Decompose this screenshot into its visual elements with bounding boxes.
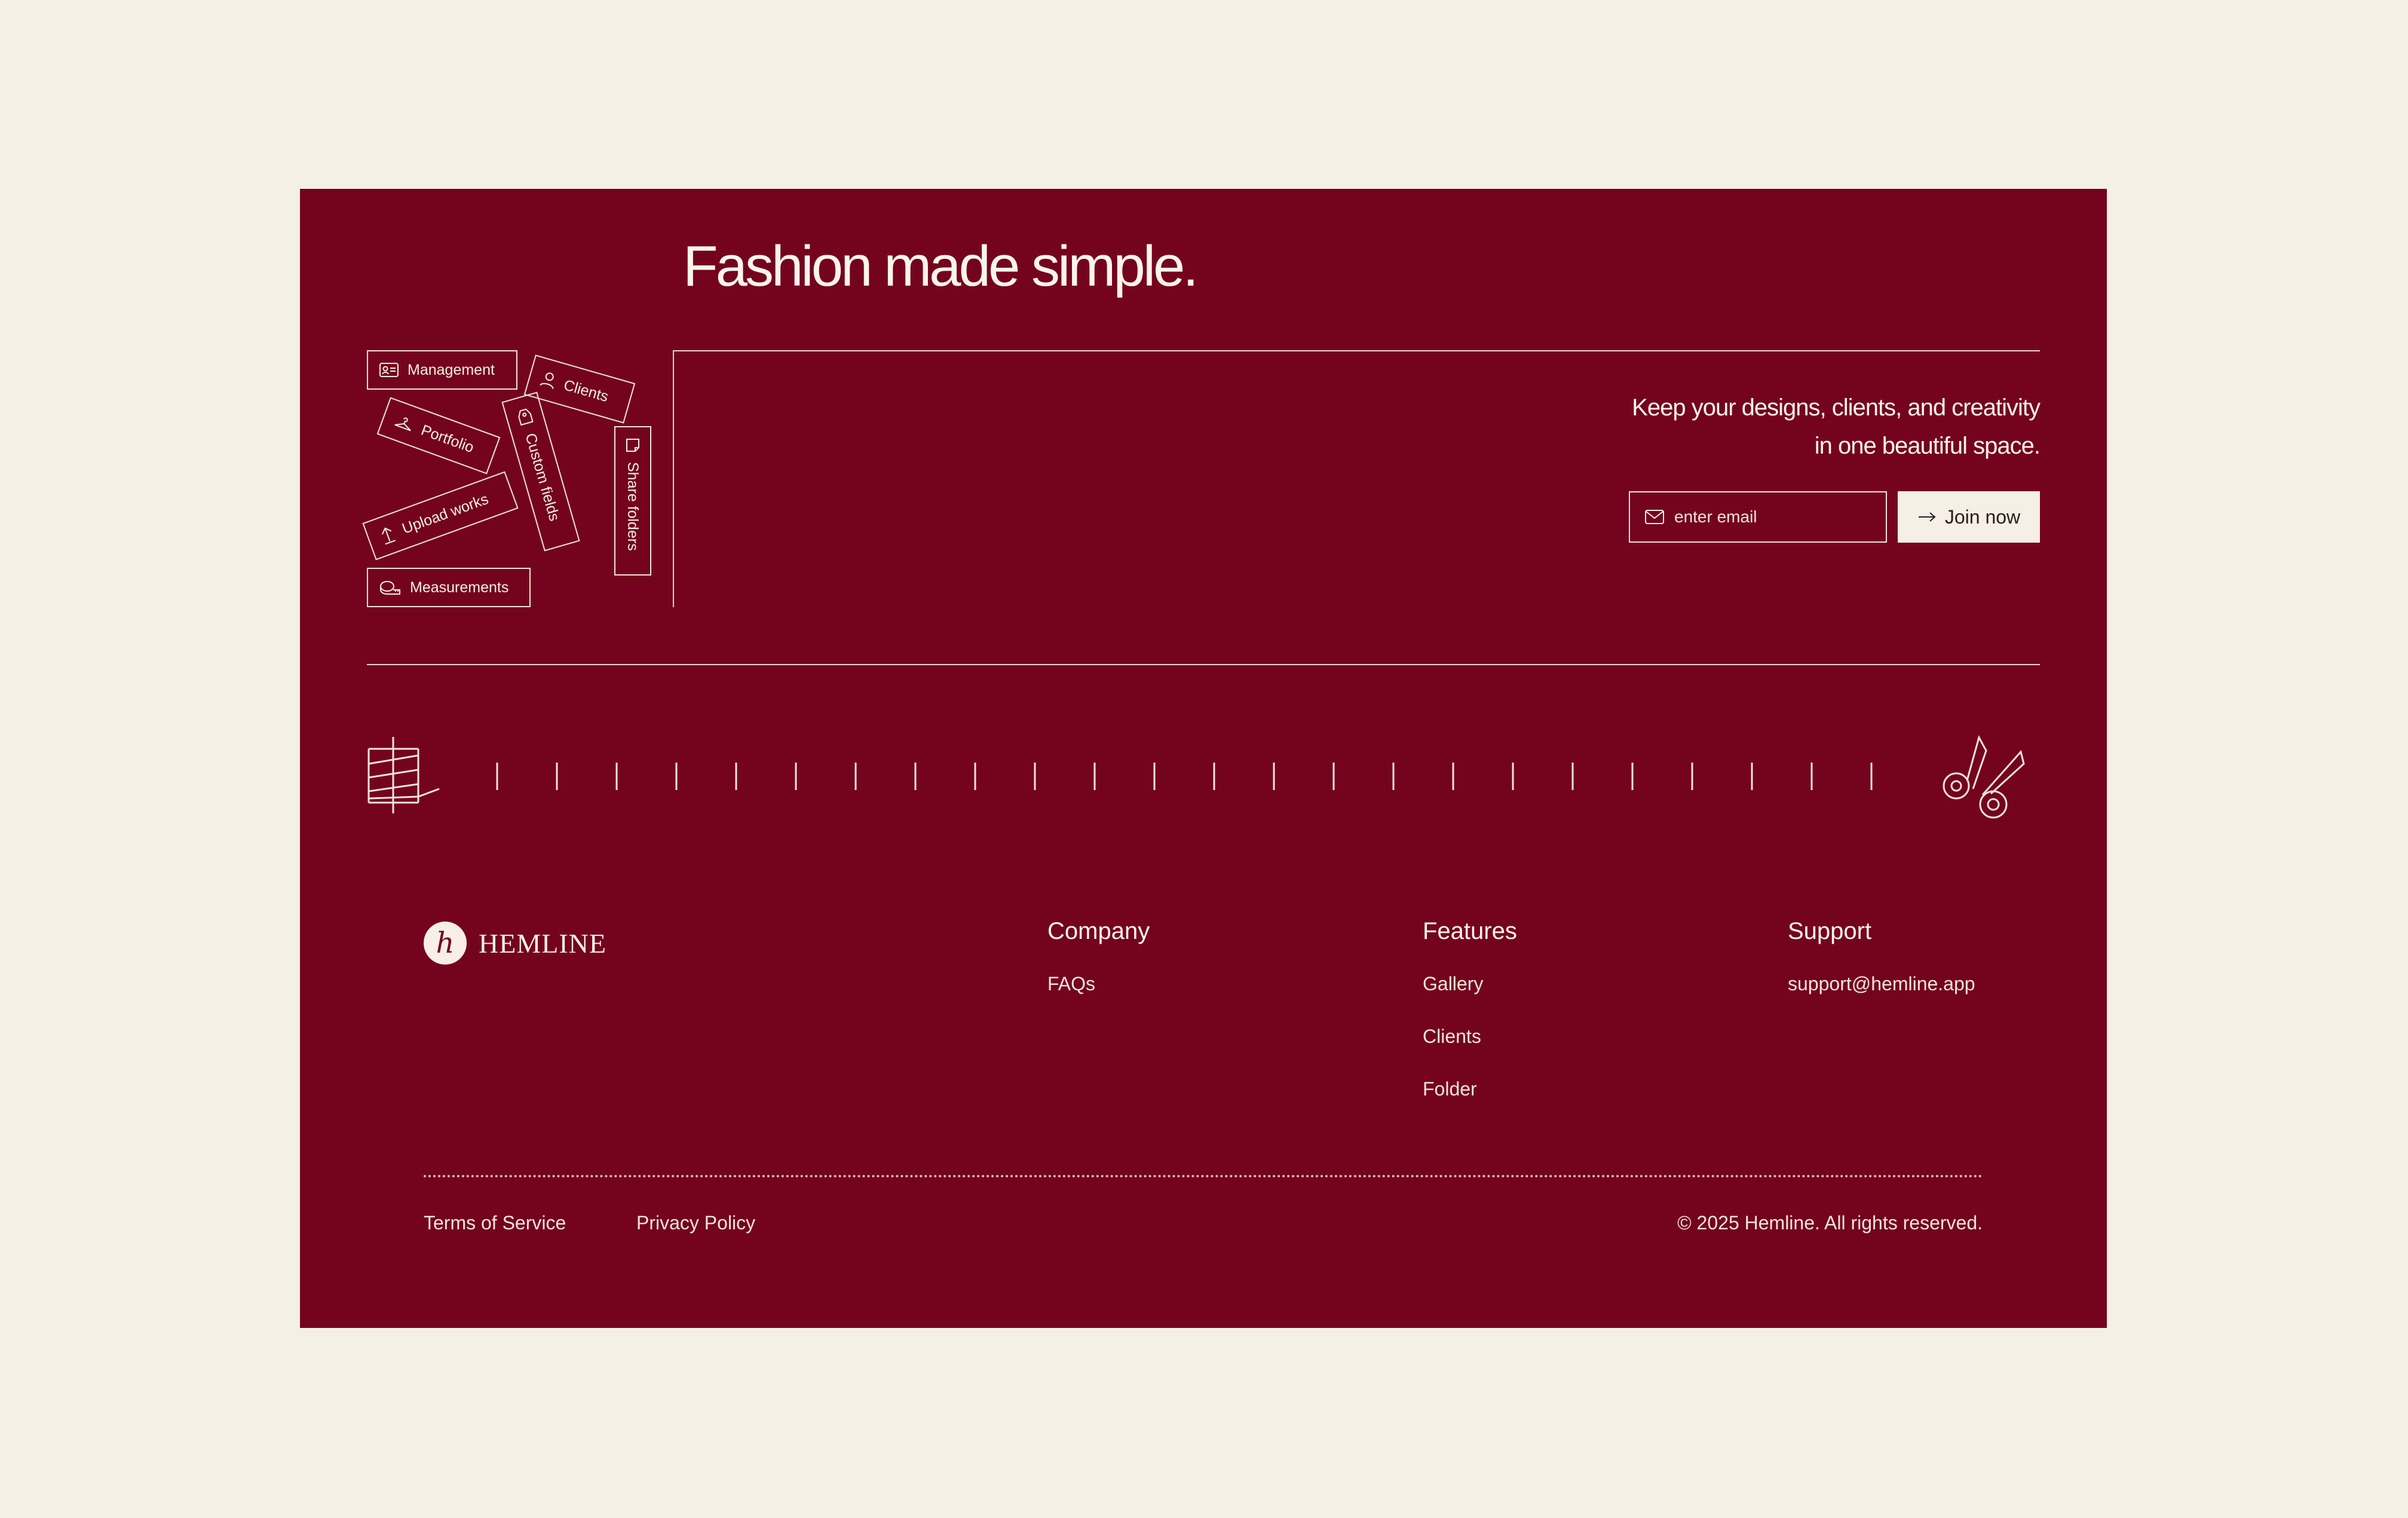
brand-name: HEMLINE bbox=[479, 928, 606, 959]
support-column-title: Support bbox=[1788, 918, 1872, 944]
privacy-policy-link[interactable]: Privacy Policy bbox=[636, 1212, 755, 1234]
terms-of-service-link[interactable]: Terms of Service bbox=[424, 1212, 566, 1234]
link-faqs[interactable]: FAQs bbox=[1047, 973, 1095, 995]
link-support-email[interactable]: support@hemline.app bbox=[1788, 973, 1975, 995]
footer-panel: Fashion made simple. Management Clients … bbox=[300, 189, 2107, 1328]
features-column-title: Features bbox=[1423, 918, 1517, 944]
ruler-decoration bbox=[367, 735, 2025, 819]
copyright-text: © 2025 Hemline. All rights reserved. bbox=[1677, 1212, 1983, 1234]
thread-spool-icon bbox=[367, 737, 440, 813]
footer-dotted-divider bbox=[424, 1175, 1983, 1177]
company-column-title: Company bbox=[1047, 918, 1150, 944]
brand-logo[interactable]: h HEMLINE bbox=[424, 922, 606, 965]
link-folder[interactable]: Folder bbox=[1423, 1078, 1477, 1100]
link-gallery[interactable]: Gallery bbox=[1423, 973, 1483, 995]
link-clients[interactable]: Clients bbox=[1423, 1026, 1481, 1048]
scissors-icon bbox=[1943, 735, 2025, 819]
logo-mark: h bbox=[424, 922, 467, 965]
ruler-ticks bbox=[496, 763, 1873, 790]
